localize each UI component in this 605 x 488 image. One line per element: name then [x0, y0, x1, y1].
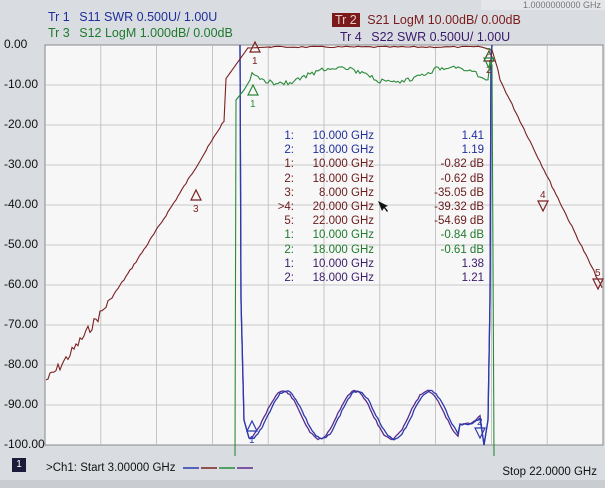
marker-val: -39.32 dB — [434, 200, 484, 213]
y-axis-tick-label: -80.00 — [4, 357, 39, 371]
marker-idx: >4: — [277, 200, 294, 213]
marker-val: 1.38 — [461, 257, 484, 270]
y-axis-tick-label: -30.00 — [4, 157, 39, 171]
marker-idx: 1: — [284, 130, 294, 142]
status-bar: 1 >Ch1: Start 3.00000 GHz Stop 22.0000 G… — [0, 456, 605, 488]
marker-idx: 2: — [284, 144, 294, 157]
marker-number-label: 1 — [249, 435, 255, 446]
marker-val: -0.84 dB — [440, 229, 484, 242]
marker-val: -35.05 dB — [434, 186, 484, 199]
y-axis-tick-label: -90.00 — [4, 397, 39, 411]
start-frequency-label: >Ch1: Start 3.00000 GHz — [46, 462, 176, 474]
marker-freq: 10.000 GHz — [312, 130, 374, 142]
y-axis-tick-label: -60.00 — [4, 277, 39, 291]
marker-number-label: 1 — [250, 99, 256, 110]
marker-val: -0.62 dB — [440, 172, 484, 185]
marker-val: 1.21 — [461, 271, 484, 284]
y-axis-tick-label: -40.00 — [4, 197, 39, 211]
marker-number-label: 2 — [486, 47, 492, 58]
marker-val: -54.69 dB — [434, 215, 484, 228]
start-frequency[interactable]: >Ch1: Start 3.00000 GHz — [46, 462, 253, 474]
marker-freq: 18.000 GHz — [312, 271, 374, 284]
marker-idx: 5: — [284, 215, 294, 228]
marker-idx: 1: — [284, 229, 294, 242]
measurement-plot[interactable]: 1 2 1 2 3 4 5 1 2 — [0, 0, 605, 456]
y-axis-tick-label: -100.00 — [4, 437, 45, 451]
marker-idx: 1: — [284, 158, 294, 171]
marker-freq: 18.000 GHz — [312, 172, 374, 185]
marker-idx: 3: — [284, 186, 294, 199]
marker-freq: 10.000 GHz — [312, 229, 374, 242]
marker-freq: 22.000 GHz — [312, 215, 374, 228]
y-axis-tick-label: -50.00 — [4, 237, 39, 251]
marker-val: -0.82 dB — [440, 158, 484, 171]
marker-number-label: 3 — [193, 204, 199, 215]
marker-freq: 20.000 GHz — [312, 200, 374, 213]
stop-frequency[interactable]: Stop 22.0000 GHz — [502, 466, 597, 478]
marker-freq: 8.000 GHz — [319, 186, 374, 199]
y-axis-tick-label: -10.00 — [4, 77, 39, 91]
channel-indicator[interactable]: 1 — [12, 458, 26, 472]
marker-idx: 2: — [284, 172, 294, 185]
marker-idx: 2: — [284, 243, 294, 256]
marker-freq: 10.000 GHz — [312, 257, 374, 270]
trace-color-legend — [182, 467, 253, 469]
y-axis-tick-label: -70.00 — [4, 317, 39, 331]
status-strip — [0, 480, 605, 488]
y-axis-tick-label: -20.00 — [4, 117, 39, 131]
marker-freq: 18.000 GHz — [312, 243, 374, 256]
marker-number-label: 4 — [540, 190, 546, 201]
marker-number-label: 2 — [477, 417, 483, 428]
marker-val: 1.41 — [461, 130, 484, 142]
marker-number-label: 5 — [595, 268, 601, 279]
marker-val: 1.19 — [461, 144, 484, 157]
marker-val: -0.61 dB — [440, 243, 484, 256]
marker-idx: 2: — [284, 271, 294, 284]
marker-freq: 18.000 GHz — [312, 144, 374, 157]
marker-idx: 1: — [284, 257, 294, 270]
y-axis-tick-label: 0.00 — [4, 37, 28, 51]
marker-number-label: 1 — [252, 56, 258, 67]
marker-freq: 10.000 GHz — [312, 158, 374, 171]
marker-number-label: 2 — [486, 65, 492, 76]
